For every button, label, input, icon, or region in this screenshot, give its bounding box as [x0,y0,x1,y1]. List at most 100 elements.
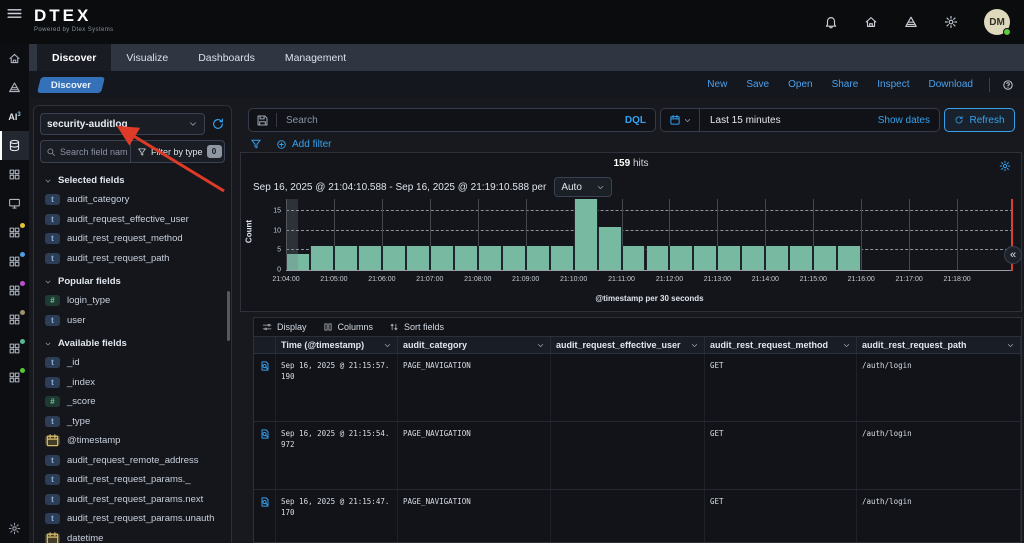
histogram-bar[interactable] [765,246,790,270]
field-section-selected-fields[interactable]: Selected fields [34,167,231,190]
field-item-audit_rest_request_params.next[interactable]: t audit_rest_request_params.next [34,490,231,510]
refresh-button[interactable]: Refresh [944,108,1015,132]
field-section-available-fields[interactable]: Available fields [34,330,231,353]
histogram-bar[interactable] [669,246,694,270]
expand-document-icon[interactable] [259,496,271,508]
field-item-audit_rest_request_params.unauth[interactable]: t audit_rest_request_params.unauth [34,509,231,529]
field-item-audit_category[interactable]: t audit_category [34,190,231,210]
show-dates-link[interactable]: Show dates [878,115,930,126]
column-header-audit-rest-request-method[interactable]: audit_rest_request_method [705,337,857,353]
histogram-bar[interactable] [333,246,358,270]
query-language-button[interactable]: DQL [625,115,646,126]
action-save[interactable]: Save [746,79,769,90]
field-item-_type[interactable]: t _type [34,412,231,432]
rail-item-database-3[interactable] [0,131,29,160]
chevron-down-icon[interactable] [683,116,692,125]
histogram-bar[interactable] [357,246,382,270]
table-toolbar-display[interactable]: Display [262,322,307,332]
field-item-@timestamp[interactable]: @timestamp [34,431,231,451]
field-item-_score[interactable]: # _score [34,392,231,412]
discover-app-badge[interactable]: Discover [37,76,106,93]
histogram-bar[interactable] [309,246,334,270]
column-header-audit-category[interactable]: audit_category [398,337,551,353]
collapse-panel-button[interactable]: « [1004,246,1022,264]
table-toolbar-columns[interactable]: Columns [323,322,373,332]
interval-select[interactable]: Auto [554,177,613,197]
table-toolbar-sort-fields[interactable]: Sort fields [389,322,444,332]
histogram-bar[interactable] [405,246,430,270]
tab-visualize[interactable]: Visualize [111,44,183,71]
column-header-time-timestamp-[interactable]: Time (@timestamp) [276,337,398,353]
notifications-bell-icon[interactable] [824,15,838,29]
action-open[interactable]: Open [788,79,812,90]
sidebar-scrollbar[interactable] [227,291,230,341]
field-item-audit_request_effective_user[interactable]: t audit_request_effective_user [34,210,231,230]
action-new[interactable]: New [707,79,727,90]
histogram-bar[interactable] [477,246,502,270]
field-item-_index[interactable]: t _index [34,373,231,393]
histogram-bar[interactable] [597,226,622,270]
histogram-bar[interactable] [837,246,862,270]
rail-item-apps-9[interactable] [0,305,29,334]
action-download[interactable]: Download [929,79,973,90]
add-filter-button[interactable]: Add filter [276,139,331,150]
home-icon[interactable] [864,15,878,29]
query-search-input[interactable]: Search DQL [248,108,656,132]
histogram-bar[interactable] [573,199,598,270]
histogram-bar[interactable] [813,246,838,270]
pyramid-icon[interactable] [904,15,918,29]
histogram-bar[interactable] [717,246,742,270]
action-share[interactable]: Share [832,79,859,90]
field-item-user[interactable]: t user [34,311,231,331]
histogram-bar[interactable] [789,246,814,270]
time-range-picker[interactable]: Last 15 minutes Show dates [660,108,940,132]
rail-item-apps-7[interactable] [0,247,29,276]
user-avatar[interactable]: DM [984,9,1011,36]
filter-by-type-button[interactable]: Filter by type 0 [131,141,224,162]
help-icon[interactable] [1002,79,1014,91]
menu-icon[interactable] [6,5,23,22]
saved-query-icon[interactable] [256,114,269,127]
rail-item-apps-11[interactable] [0,363,29,392]
histogram-bar[interactable] [453,246,478,270]
expand-document-icon[interactable] [259,360,271,372]
rail-item-home-0[interactable] [0,44,29,73]
field-item-login_type[interactable]: # login_type [34,291,231,311]
rail-item-apps-10[interactable] [0,334,29,363]
action-inspect[interactable]: Inspect [877,79,909,90]
histogram-bar[interactable] [381,246,406,270]
histogram-bar[interactable] [429,246,454,270]
histogram-bar[interactable] [525,246,550,270]
settings-gear-icon[interactable] [944,15,958,29]
rail-item-monitor-5[interactable] [0,189,29,218]
rail-item-apps-8[interactable] [0,276,29,305]
filters-funnel-icon[interactable] [250,138,262,150]
expand-document-icon[interactable] [259,428,271,440]
histogram-bar[interactable] [501,246,526,270]
rail-item-apps-4[interactable] [0,160,29,189]
column-header-audit-rest-request-path[interactable]: audit_rest_request_path [857,337,1021,353]
histogram-bar[interactable] [645,246,670,270]
rail-item-apps-6[interactable] [0,218,29,247]
field-item-audit_request_remote_address[interactable]: t audit_request_remote_address [34,451,231,471]
tab-management[interactable]: Management [270,44,361,71]
field-section-popular-fields[interactable]: Popular fields [34,268,231,291]
index-refresh-icon[interactable] [211,117,225,131]
calendar-icon[interactable] [669,114,681,126]
histogram-bar[interactable] [693,246,718,270]
time-range-value[interactable]: Last 15 minutes [710,115,781,126]
field-search-input[interactable]: Search field nam [41,141,131,162]
tab-dashboards[interactable]: Dashboards [183,44,270,71]
histogram-bar[interactable] [621,246,646,270]
field-item-audit_rest_request_params._[interactable]: t audit_rest_request_params._ [34,470,231,490]
tab-discover[interactable]: Discover [37,44,112,71]
panel-gear-icon[interactable] [999,160,1011,172]
field-item-_id[interactable]: t _id [34,353,231,373]
rail-settings-gear-icon[interactable] [8,522,21,535]
histogram-bar[interactable] [741,246,766,270]
column-header-audit-request-effective-user[interactable]: audit_request_effective_user [551,337,705,353]
index-pattern-select[interactable]: security-auditlog [40,113,205,135]
field-item-audit_rest_request_path[interactable]: t audit_rest_request_path [34,249,231,269]
rail-item-user-pyramid-1[interactable] [0,73,29,102]
rail-item-ai-2[interactable]: AI3 [0,102,29,131]
